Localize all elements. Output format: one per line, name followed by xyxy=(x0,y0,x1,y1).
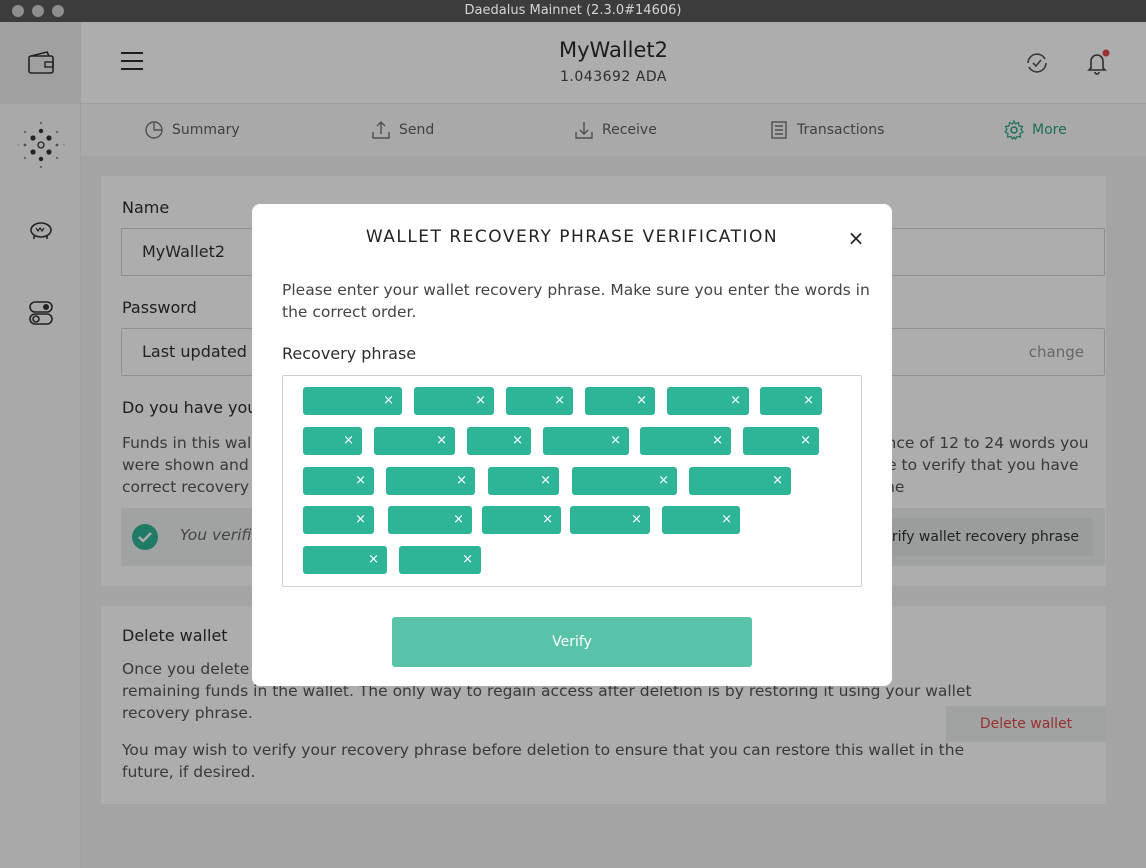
remove-word-icon[interactable]: × xyxy=(512,427,523,455)
recovery-word-chip[interactable]: × xyxy=(303,546,387,574)
remove-word-icon[interactable]: × xyxy=(456,467,467,495)
remove-word-icon[interactable]: × xyxy=(730,387,741,415)
recovery-verification-dialog: WALLET RECOVERY PHRASE VERIFICATION × Pl… xyxy=(252,204,892,686)
minimize-window-dot[interactable] xyxy=(32,5,44,17)
remove-word-icon[interactable]: × xyxy=(772,467,783,495)
recovery-word-chip[interactable]: × xyxy=(414,387,494,415)
recovery-word-chip[interactable]: × xyxy=(399,546,481,574)
recovery-word-chip[interactable]: × xyxy=(667,387,749,415)
remove-word-icon[interactable]: × xyxy=(610,427,621,455)
dialog-title: WALLET RECOVERY PHRASE VERIFICATION xyxy=(365,227,779,247)
recovery-word-chip[interactable]: × xyxy=(488,467,559,495)
remove-word-icon[interactable]: × xyxy=(383,387,394,415)
recovery-word-chip[interactable]: × xyxy=(482,506,561,534)
remove-word-icon[interactable]: × xyxy=(721,506,732,534)
recovery-word-chip[interactable]: × xyxy=(689,467,791,495)
remove-word-icon[interactable]: × xyxy=(658,467,669,495)
recovery-phrase-input[interactable]: × × × × × × × × × × × × × × × × × × × × × × × × xyxy=(282,375,862,587)
maximize-window-dot[interactable] xyxy=(52,5,64,17)
remove-word-icon[interactable]: × xyxy=(542,506,553,534)
recovery-word-chip[interactable]: × xyxy=(662,506,740,534)
remove-word-icon[interactable]: × xyxy=(475,387,486,415)
remove-word-icon[interactable]: × xyxy=(453,506,464,534)
dialog-description: Please enter your wallet recovery phrase… xyxy=(282,281,870,321)
recovery-word-chip[interactable]: × xyxy=(467,427,531,455)
recovery-word-chip[interactable]: × xyxy=(386,467,475,495)
remove-word-icon[interactable]: × xyxy=(355,467,366,495)
recovery-word-chip[interactable]: × xyxy=(303,387,402,415)
recovery-word-chip[interactable]: × xyxy=(303,467,374,495)
recovery-word-chip[interactable]: × xyxy=(303,506,374,534)
recovery-word-chip[interactable]: × xyxy=(570,506,650,534)
recovery-word-chip[interactable]: × xyxy=(543,427,629,455)
remove-word-icon[interactable]: × xyxy=(800,427,811,455)
remove-word-icon[interactable]: × xyxy=(554,387,565,415)
remove-word-icon[interactable]: × xyxy=(631,506,642,534)
remove-word-icon[interactable]: × xyxy=(462,546,473,574)
recovery-word-chip[interactable]: × xyxy=(585,387,655,415)
recovery-word-chip[interactable]: × xyxy=(760,387,822,415)
recovery-word-chip[interactable]: × xyxy=(572,467,677,495)
recovery-word-chip[interactable]: × xyxy=(743,427,819,455)
remove-word-icon[interactable]: × xyxy=(712,427,723,455)
verify-button[interactable]: Verify xyxy=(392,617,752,667)
recovery-phrase-label: Recovery phrase xyxy=(282,344,417,363)
close-icon[interactable]: × xyxy=(846,228,866,248)
remove-word-icon[interactable]: × xyxy=(343,427,354,455)
remove-word-icon[interactable]: × xyxy=(436,427,447,455)
recovery-word-chip[interactable]: × xyxy=(640,427,731,455)
window-controls[interactable] xyxy=(12,5,64,17)
window-title: Daedalus Mainnet (2.3.0#14606) xyxy=(464,3,682,18)
recovery-word-chip[interactable]: × xyxy=(506,387,573,415)
recovery-word-chip[interactable]: × xyxy=(388,506,472,534)
window-titlebar: Daedalus Mainnet (2.3.0#14606) xyxy=(0,0,1146,22)
recovery-word-chip[interactable]: × xyxy=(374,427,455,455)
remove-word-icon[interactable]: × xyxy=(368,546,379,574)
remove-word-icon[interactable]: × xyxy=(540,467,551,495)
close-window-dot[interactable] xyxy=(12,5,24,17)
recovery-word-chip[interactable]: × xyxy=(303,427,362,455)
remove-word-icon[interactable]: × xyxy=(803,387,814,415)
remove-word-icon[interactable]: × xyxy=(355,506,366,534)
remove-word-icon[interactable]: × xyxy=(636,387,647,415)
